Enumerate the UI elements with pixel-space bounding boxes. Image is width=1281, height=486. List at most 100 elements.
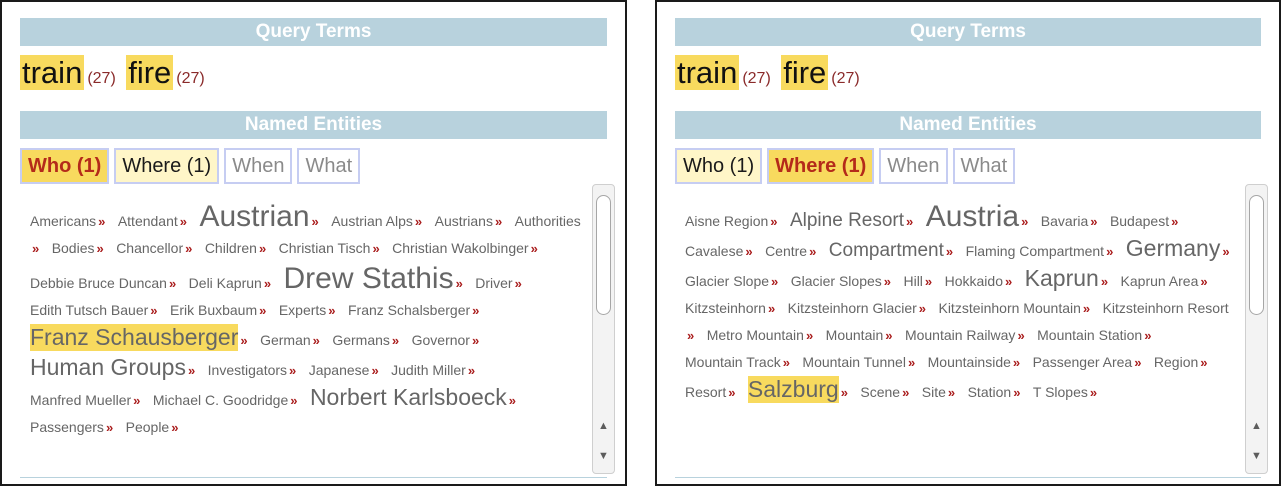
double-chevron-right-icon[interactable]: »	[531, 241, 538, 256]
entity-link[interactable]: Austria»	[926, 200, 1037, 233]
double-chevron-right-icon[interactable]: »	[1222, 244, 1229, 259]
double-chevron-right-icon[interactable]: »	[371, 363, 378, 378]
tab-where[interactable]: Where (1)	[114, 148, 220, 184]
entity-link[interactable]: Austrians»	[435, 213, 511, 229]
double-chevron-right-icon[interactable]: »	[259, 303, 266, 318]
entity-link[interactable]: Salzburg»	[747, 376, 856, 403]
entity-link[interactable]: Japanese»	[309, 362, 387, 378]
entity-link[interactable]: Kaprun Area»	[1121, 273, 1216, 289]
double-chevron-right-icon[interactable]: »	[925, 274, 932, 289]
double-chevron-right-icon[interactable]: »	[1090, 214, 1097, 229]
double-chevron-right-icon[interactable]: »	[313, 333, 320, 348]
entity-link[interactable]: Drew Stathis»	[284, 262, 471, 295]
tab-what[interactable]: What	[952, 148, 1016, 184]
entity-link[interactable]: Mountain Tunnel»	[802, 354, 923, 370]
entity-link[interactable]: Mountain Track»	[685, 354, 798, 370]
double-chevron-right-icon[interactable]: »	[841, 385, 848, 400]
entity-link[interactable]: Michael C. Goodridge»	[153, 392, 306, 408]
scroll-up-arrow-icon[interactable]: ▲	[1246, 417, 1267, 435]
entity-link[interactable]: Site»	[922, 384, 963, 400]
double-chevron-right-icon[interactable]: »	[240, 333, 247, 348]
entity-link[interactable]: Mountain Station»	[1037, 327, 1159, 343]
double-chevron-right-icon[interactable]: »	[1013, 355, 1020, 370]
double-chevron-right-icon[interactable]: »	[289, 363, 296, 378]
cloud-scrollbar[interactable]: ▲ ▼	[1245, 184, 1268, 474]
tab-where[interactable]: Where (1)	[767, 148, 875, 184]
tab-what[interactable]: What	[297, 148, 361, 184]
entity-link[interactable]: Resort»	[685, 384, 743, 400]
double-chevron-right-icon[interactable]: »	[728, 385, 735, 400]
entity-link[interactable]: Scene»	[860, 384, 917, 400]
double-chevron-right-icon[interactable]: »	[809, 244, 816, 259]
scroll-up-arrow-icon[interactable]: ▲	[593, 417, 614, 435]
entity-link[interactable]: Christian Wakolbinger»	[392, 240, 546, 256]
entity-link[interactable]: Germans»	[332, 332, 407, 348]
tab-who[interactable]: Who (1)	[675, 148, 763, 184]
double-chevron-right-icon[interactable]: »	[415, 214, 422, 229]
entity-link[interactable]: Flaming Compartment»	[966, 243, 1122, 259]
double-chevron-right-icon[interactable]: »	[98, 214, 105, 229]
double-chevron-right-icon[interactable]: »	[1200, 355, 1207, 370]
entity-link[interactable]: Kitzsteinhorn Glacier»	[788, 300, 934, 316]
entity-link[interactable]: Experts»	[279, 302, 344, 318]
query-term-fire[interactable]: fire (27)	[781, 54, 866, 92]
double-chevron-right-icon[interactable]: »	[1005, 274, 1012, 289]
double-chevron-right-icon[interactable]: »	[1106, 244, 1113, 259]
scroll-down-arrow-icon[interactable]: ▼	[1246, 447, 1267, 465]
entity-link[interactable]: Governor»	[412, 332, 488, 348]
tab-who[interactable]: Who (1)	[20, 148, 110, 184]
entity-link[interactable]: T Slopes»	[1033, 384, 1105, 400]
double-chevron-right-icon[interactable]: »	[1101, 274, 1108, 289]
double-chevron-right-icon[interactable]: »	[133, 393, 140, 408]
entity-link[interactable]: Austrian»	[199, 200, 326, 233]
double-chevron-right-icon[interactable]: »	[106, 420, 113, 435]
query-term-fire[interactable]: fire (27)	[126, 54, 211, 92]
double-chevron-right-icon[interactable]: »	[946, 244, 953, 259]
double-chevron-right-icon[interactable]: »	[1013, 385, 1020, 400]
entity-link[interactable]: Alpine Resort»	[790, 210, 921, 231]
entity-link[interactable]: Passengers»	[30, 419, 121, 435]
entity-link[interactable]: Cavalese»	[685, 243, 761, 259]
double-chevron-right-icon[interactable]: »	[902, 385, 909, 400]
entity-link[interactable]: Metro Mountain»	[707, 327, 822, 343]
entity-link[interactable]: Driver»	[475, 275, 530, 291]
entity-link[interactable]: Erik Buxbaum»	[170, 302, 274, 318]
entity-link[interactable]: Children»	[205, 240, 274, 256]
scroll-down-arrow-icon[interactable]: ▼	[593, 447, 614, 465]
entity-link[interactable]: Austrian Alps»	[331, 213, 430, 229]
entity-link[interactable]: Deli Kaprun»	[189, 275, 279, 291]
double-chevron-right-icon[interactable]: »	[188, 363, 195, 378]
entity-link[interactable]: Franz Schausberger»	[30, 324, 256, 351]
double-chevron-right-icon[interactable]: »	[771, 274, 778, 289]
double-chevron-right-icon[interactable]: »	[472, 333, 479, 348]
double-chevron-right-icon[interactable]: »	[392, 333, 399, 348]
entity-link[interactable]: Kaprun»	[1025, 265, 1116, 291]
entity-link[interactable]: Glacier Slopes»	[791, 273, 899, 289]
entity-link[interactable]: Aisne Region»	[685, 213, 786, 229]
entity-link[interactable]: Bavaria»	[1041, 213, 1106, 229]
double-chevron-right-icon[interactable]: »	[884, 274, 891, 289]
double-chevron-right-icon[interactable]: »	[180, 214, 187, 229]
entity-link[interactable]: Kitzsteinhorn Mountain»	[938, 300, 1098, 316]
entity-link[interactable]: Region»	[1154, 354, 1216, 370]
entity-link[interactable]: Franz Schalsberger»	[348, 302, 487, 318]
scrollbar-thumb[interactable]	[596, 195, 611, 315]
cloud-scrollbar[interactable]: ▲ ▼	[592, 184, 615, 474]
double-chevron-right-icon[interactable]: »	[468, 363, 475, 378]
entity-link[interactable]: Passenger Area»	[1033, 354, 1150, 370]
double-chevron-right-icon[interactable]: »	[185, 241, 192, 256]
entity-link[interactable]: Germany»	[1126, 235, 1238, 261]
tab-when[interactable]: When	[879, 148, 948, 184]
double-chevron-right-icon[interactable]: »	[906, 214, 913, 229]
double-chevron-right-icon[interactable]: »	[768, 301, 775, 316]
entity-link[interactable]: Chancellor»	[116, 240, 200, 256]
entity-link[interactable]: Manfred Mueller»	[30, 392, 148, 408]
entity-link[interactable]: Americans»	[30, 213, 113, 229]
double-chevron-right-icon[interactable]: »	[456, 276, 463, 291]
double-chevron-right-icon[interactable]: »	[472, 303, 479, 318]
double-chevron-right-icon[interactable]: »	[783, 355, 790, 370]
entity-link[interactable]: Attendant»	[118, 213, 195, 229]
double-chevron-right-icon[interactable]: »	[328, 303, 335, 318]
entity-link[interactable]: Human Groups»	[30, 354, 203, 380]
entity-link[interactable]: Christian Tisch»	[279, 240, 388, 256]
